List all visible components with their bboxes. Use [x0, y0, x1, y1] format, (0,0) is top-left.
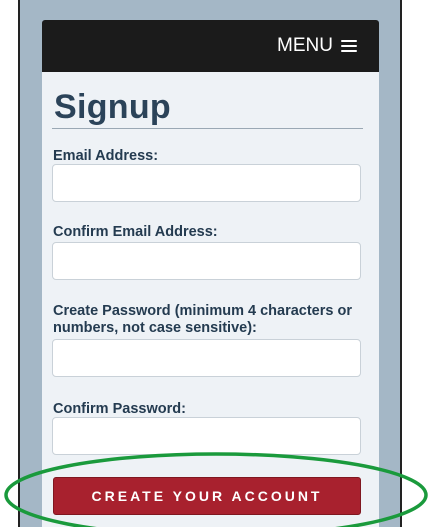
- email-label: Email Address:: [53, 148, 159, 164]
- confirm-email-field[interactable]: [52, 242, 361, 280]
- menu-label: MENU: [277, 35, 333, 56]
- create-account-button[interactable]: CREATE YOUR ACCOUNT: [53, 477, 361, 515]
- confirm-email-label: Confirm Email Address:: [53, 224, 218, 240]
- title-divider: [52, 128, 363, 129]
- confirm-password-label: Confirm Password:: [53, 401, 186, 417]
- hamburger-icon: [341, 40, 357, 52]
- confirm-password-field[interactable]: [52, 417, 361, 455]
- password-field[interactable]: [52, 339, 361, 377]
- page-title: Signup: [54, 88, 171, 126]
- email-field[interactable]: [52, 164, 361, 202]
- signup-form: Signup Email Address: Confirm Email Addr…: [42, 72, 379, 527]
- menu-button[interactable]: MENU: [277, 33, 357, 59]
- password-label: Create Password (minimum 4 characters or…: [53, 303, 352, 336]
- top-nav-bar: MENU: [42, 20, 379, 72]
